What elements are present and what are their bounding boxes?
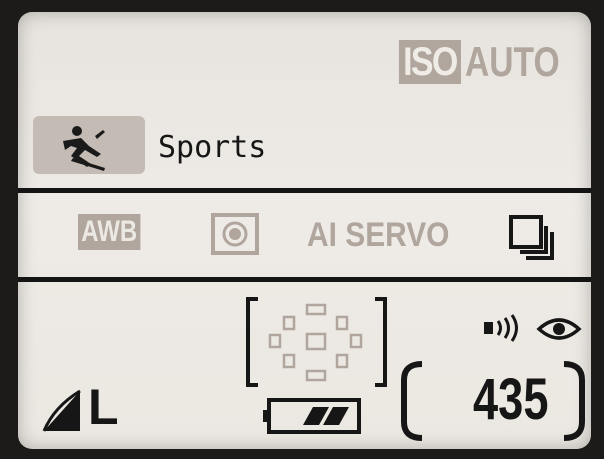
red-eye-reduction-icon [536,318,582,340]
iso-value: AUTO [464,38,560,85]
camera-lcd-screen: ISO AUTO Sports AWB AI SERVO L 435 [18,12,591,449]
settings-row: AWB AI SERVO [18,212,591,262]
divider-top [18,188,591,193]
shots-bracket-left [401,361,423,441]
battery-icon [263,398,361,434]
image-quality-label: L [88,379,119,435]
shooting-mode-label: Sports [158,130,267,165]
divider-bottom [18,277,591,282]
drive-mode-setting[interactable] [508,214,558,266]
af-points-automatic-icon [246,297,387,387]
shots-bracket-right [563,361,585,441]
metering-setting[interactable] [210,212,260,260]
evaluative-metering-icon [211,213,259,255]
iso-label: ISO [398,40,461,84]
continuous-shooting-icon [509,215,554,260]
af-operation-setting[interactable]: AI SERVO [307,216,449,255]
beep-on-icon [484,314,518,342]
large-fine-icon [42,389,81,432]
shooting-mode-icon-box[interactable] [33,116,145,174]
iso-setting[interactable]: ISO AUTO [388,40,583,84]
af-point-selection[interactable] [244,295,389,399]
sports-skier-icon [63,126,105,171]
red-eye-setting[interactable] [536,314,582,348]
shots-remaining-value: 435 [473,367,549,432]
battery-indicator [263,397,363,439]
white-balance-setting[interactable]: AWB [78,214,141,250]
image-quality-setting[interactable] [40,387,84,437]
beep-setting[interactable] [482,314,524,346]
shots-remaining: 435 [398,360,588,442]
